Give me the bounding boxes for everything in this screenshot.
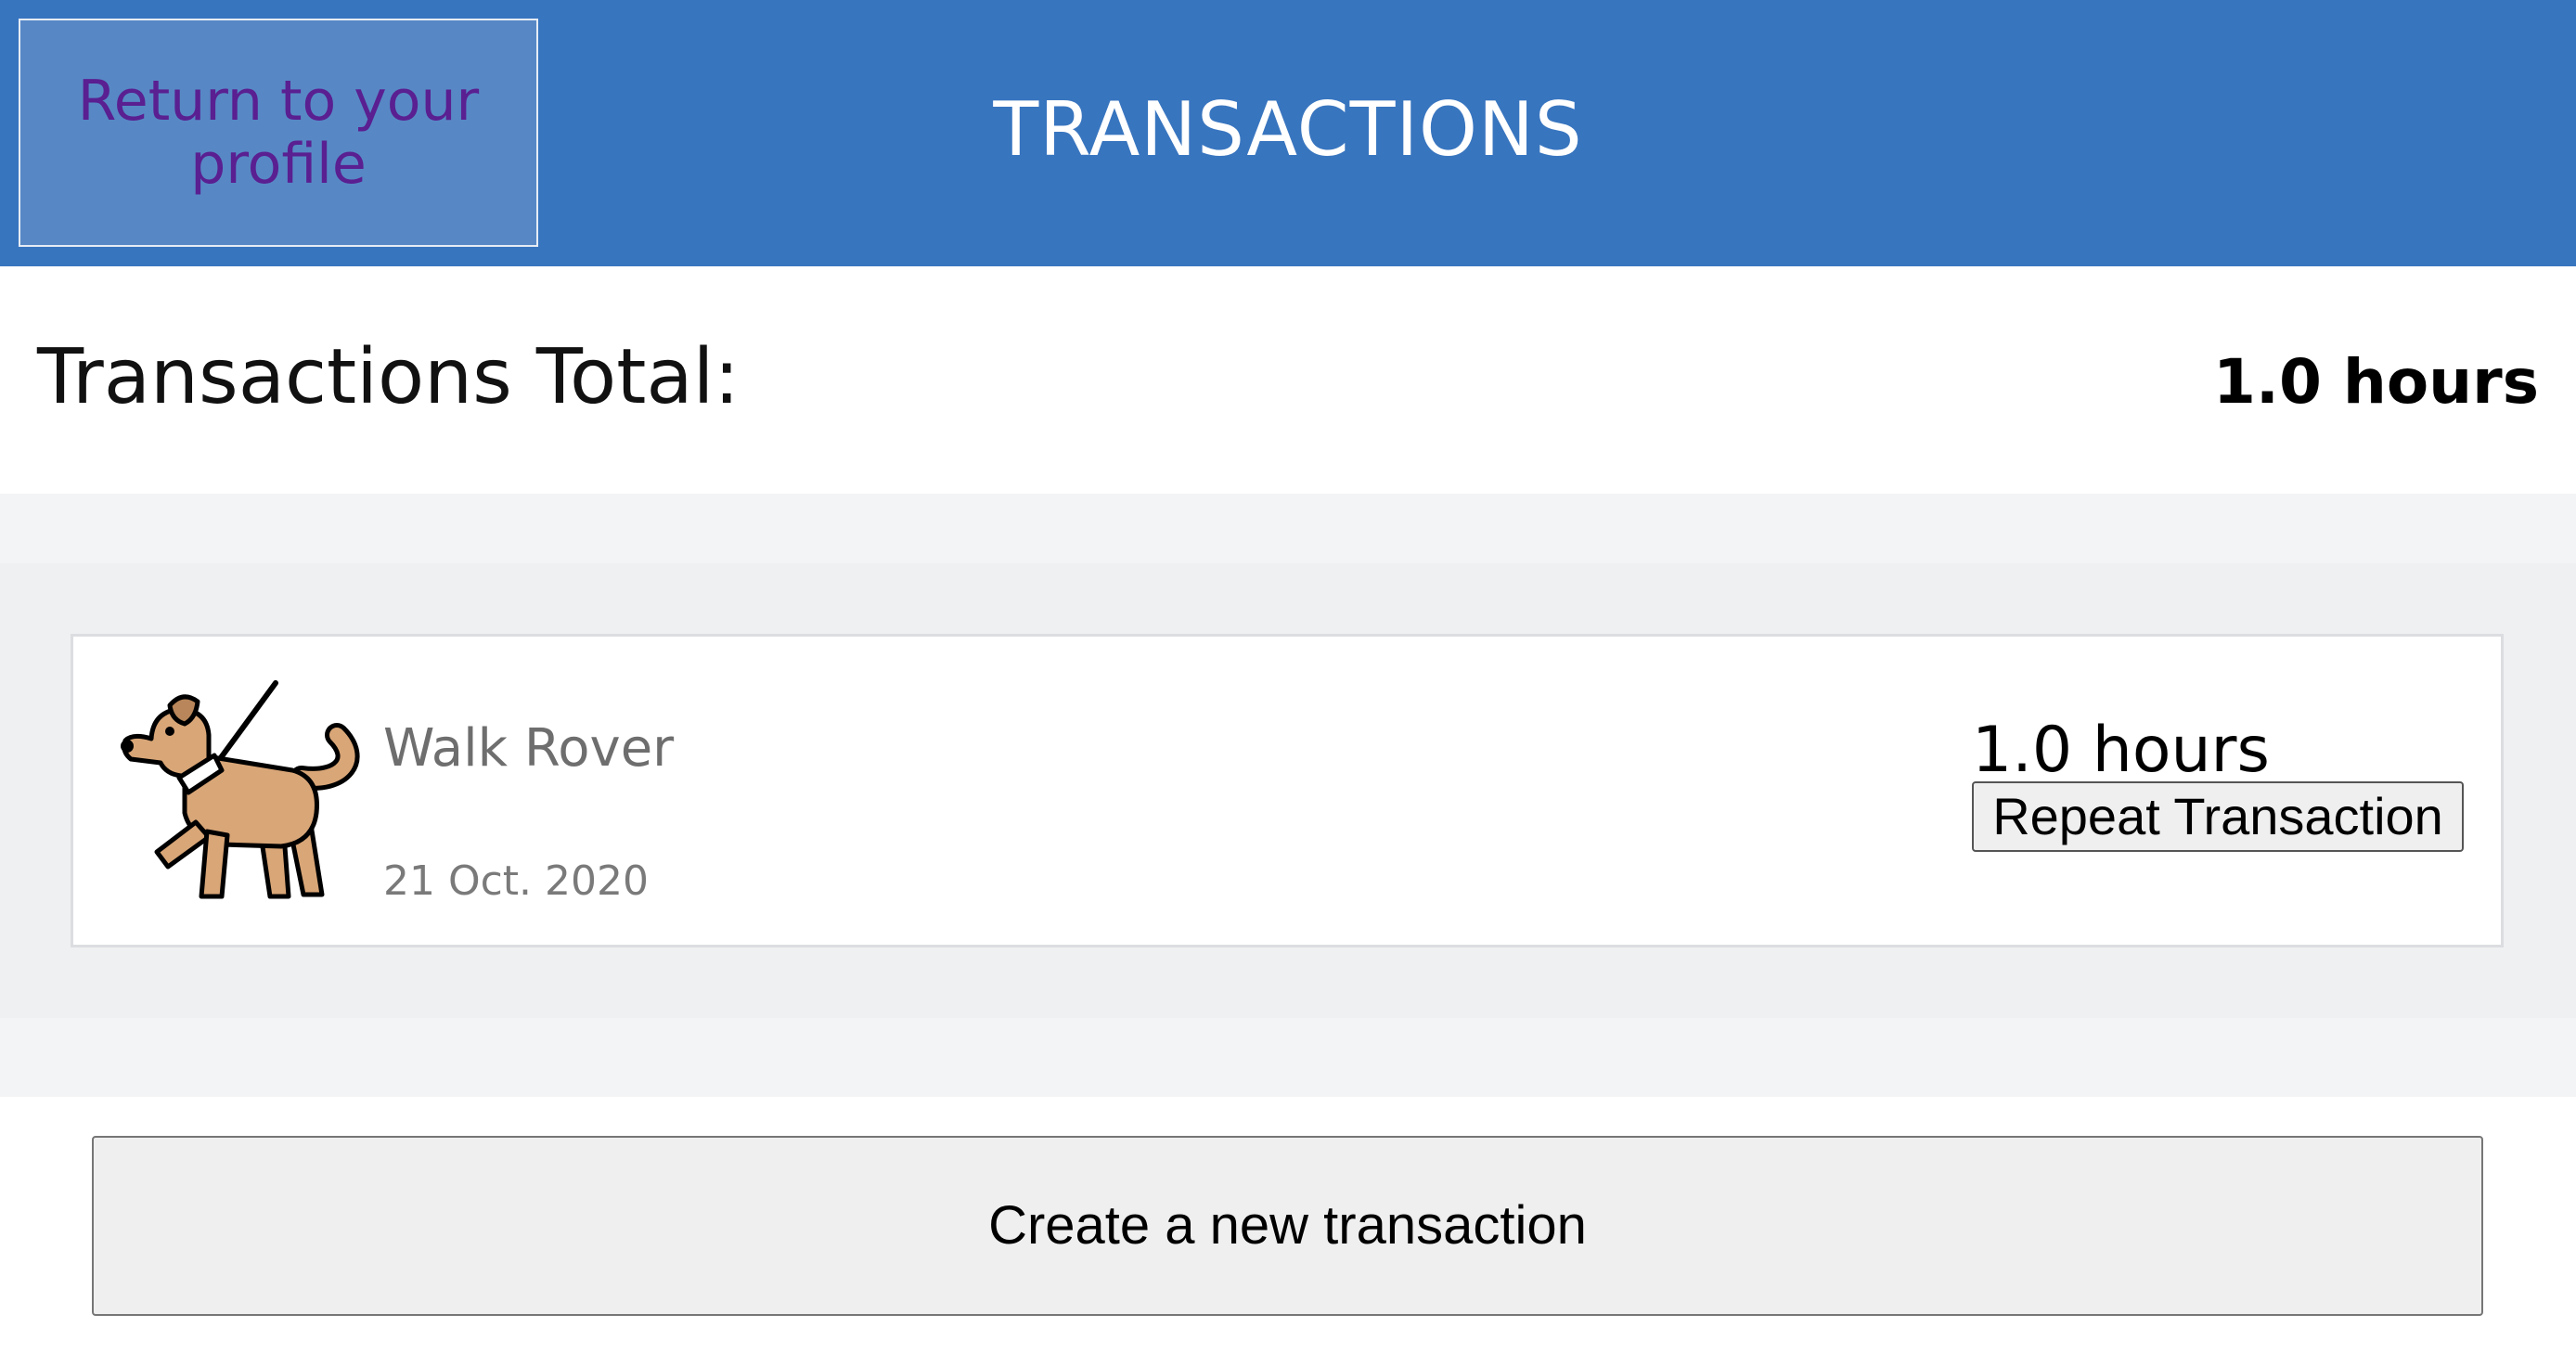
transaction-date: 21 Oct. 2020 xyxy=(383,857,649,905)
return-to-profile-button[interactable]: Return to your profile xyxy=(19,19,538,247)
repeat-transaction-button[interactable]: Repeat Transaction xyxy=(1972,781,2464,852)
total-label: Transactions Total: xyxy=(37,333,741,421)
total-value: 1.0 hours xyxy=(2212,346,2539,418)
divider-band xyxy=(0,1018,2576,1097)
transactions-total-row: Transactions Total: 1.0 hours xyxy=(0,266,2576,494)
transaction-card: Walk Rover 21 Oct. 2020 1.0 hours Repeat… xyxy=(71,634,2504,947)
divider-band xyxy=(0,494,2576,563)
create-transaction-button[interactable]: Create a new transaction xyxy=(92,1136,2483,1316)
dog-walking-icon xyxy=(121,680,360,899)
transaction-name: Walk Rover xyxy=(383,718,675,779)
page-header: Return to your profile TRANSACTIONS xyxy=(0,0,2576,266)
page-title: TRANSACTIONS xyxy=(993,86,1583,173)
transaction-hours: 1.0 hours xyxy=(1972,714,2270,787)
